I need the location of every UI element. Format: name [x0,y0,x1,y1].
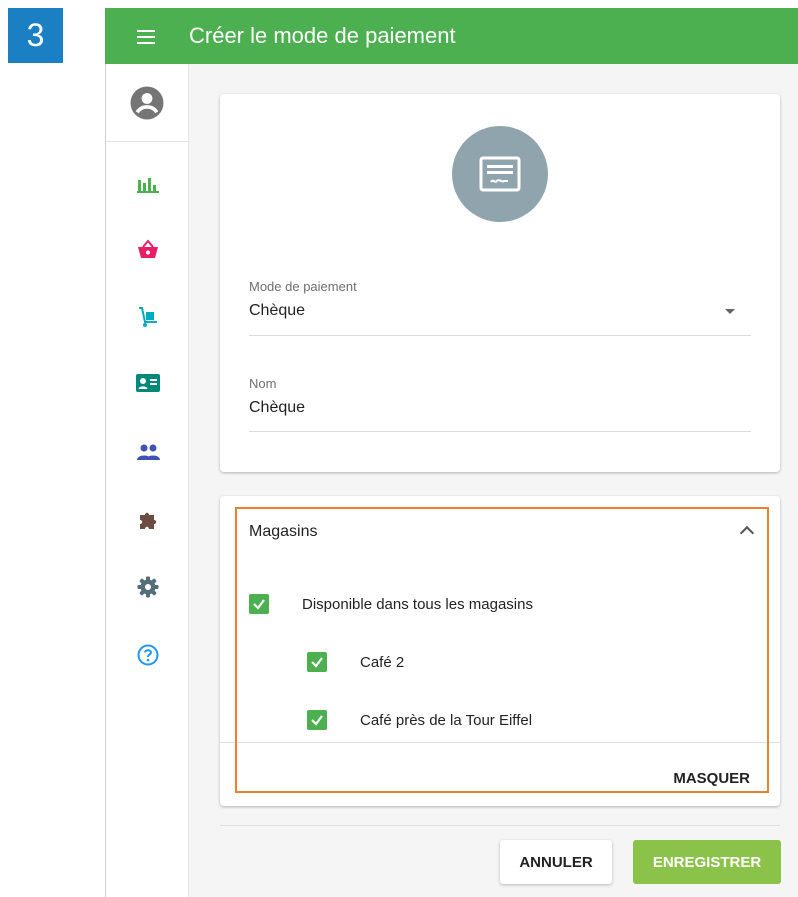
gear-icon [137,576,159,598]
payment-details-card: Mode de paiement Chèque Nom Chèque [220,94,780,472]
shop-label: Café 2 [360,653,405,671]
help-circle-icon [137,644,159,666]
sidebar [105,64,189,897]
hand-truck-icon [139,307,157,327]
id-card-icon [136,374,160,392]
check-icon [311,715,323,726]
name-label: Nom [249,376,277,391]
shop-checkbox[interactable] [307,652,327,672]
step-number-badge: 3 [8,8,63,63]
sidebar-item-plugins[interactable] [106,500,190,540]
shop-checkbox-row[interactable]: Café 2 [307,652,404,672]
shops-card: Magasins Disponible dans tous les magasi… [220,496,780,806]
shops-card-footer: MASQUER [220,742,780,807]
dropdown-arrow-icon [725,309,735,314]
sidebar-item-help[interactable] [106,635,190,675]
check-icon [253,599,265,610]
shop-checkbox-row[interactable]: Café près de la Tour Eiffel [307,710,532,730]
puzzle-icon [140,512,157,529]
name-field[interactable]: Nom Chèque [249,376,751,432]
shop-label: Café près de la Tour Eiffel [360,711,533,729]
all-shops-label: Disponible dans tous les magasins [302,595,533,613]
shops-title: Magasins [249,523,318,540]
profile-button[interactable] [106,64,188,142]
bar-chart-icon [137,178,159,193]
shops-expand-toggle[interactable]: Magasins [220,496,780,566]
basket-icon [138,239,158,258]
shop-checkbox[interactable] [307,710,327,730]
cancel-button[interactable]: ANNULER [500,840,612,884]
sidebar-item-delivery[interactable] [106,297,190,337]
top-app-bar: Créer le mode de paiement [105,8,798,64]
sidebar-item-stats[interactable] [106,164,190,204]
payment-mode-select[interactable]: Mode de paiement Chèque [249,279,751,336]
name-value: Chèque [249,399,306,416]
page-title: Créer le mode de paiement [189,23,456,48]
divider [220,825,780,826]
sidebar-item-settings[interactable] [106,567,190,607]
all-shops-checkbox[interactable] [249,594,269,614]
save-button[interactable]: ENREGISTRER [633,840,781,884]
account-circle-icon [130,86,164,119]
people-icon [137,444,160,460]
cheque-icon [479,156,521,192]
chevron-up-icon [739,525,755,541]
sidebar-item-users[interactable] [106,432,190,472]
app-window: Créer le mode de paiement Mode de paieme… [105,8,798,897]
payment-mode-value: Chèque [249,302,306,319]
all-shops-checkbox-row[interactable]: Disponible dans tous les magasins [249,594,533,614]
check-icon [311,657,323,668]
hide-button[interactable]: MASQUER [673,770,750,787]
menu-icon[interactable] [137,28,159,44]
payment-mode-label: Mode de paiement [249,279,357,294]
payment-avatar [452,126,548,222]
sidebar-item-contacts[interactable] [106,363,190,403]
sidebar-item-basket[interactable] [106,229,190,269]
